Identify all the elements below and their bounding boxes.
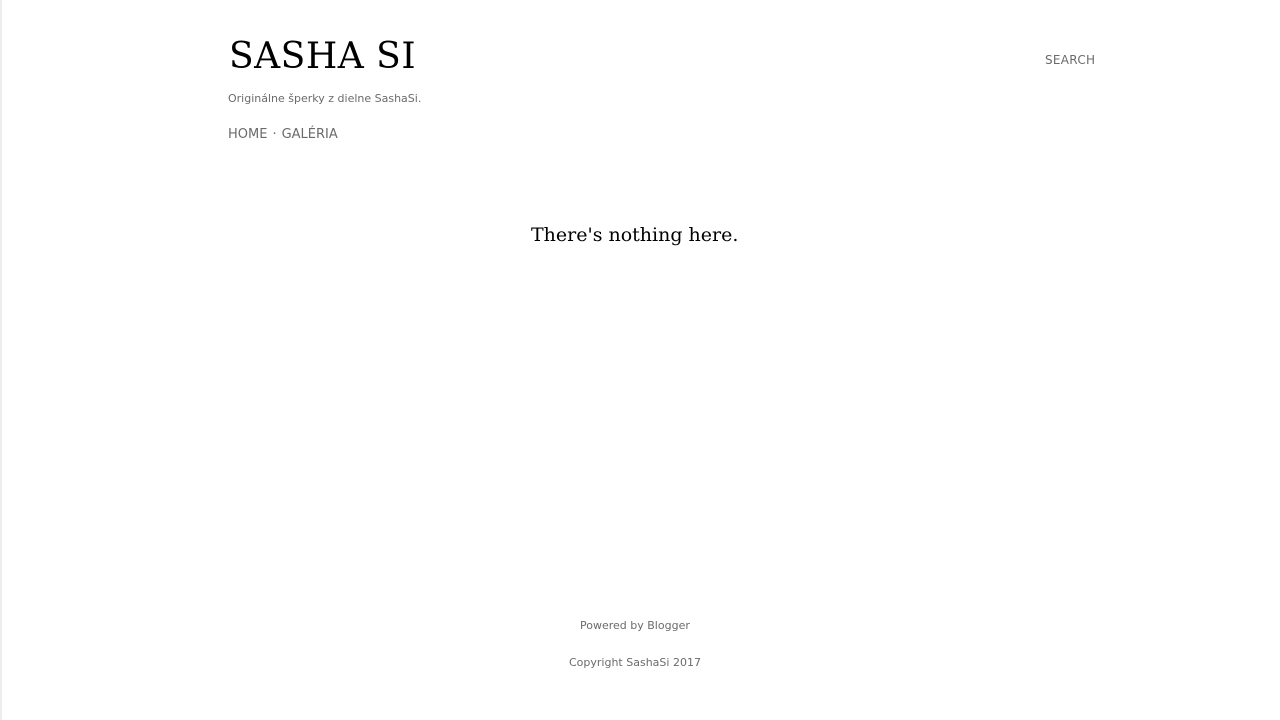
copyright-notice: Copyright SashaSi 2017 (569, 656, 701, 669)
empty-state-message: There's nothing here. (531, 224, 739, 246)
nav-item-galeria[interactable]: GALÉRIA (282, 127, 338, 142)
main-nav: HOME · GALÉRIA (228, 126, 338, 144)
powered-by-prefix: Powered by (580, 619, 648, 632)
site-tagline: Originálne šperky z dielne SashaSi. (228, 92, 422, 105)
page-left-border (0, 0, 2, 720)
blogger-link[interactable]: Blogger (647, 619, 690, 632)
nav-separator: · (272, 127, 277, 142)
powered-by: Powered by Blogger (580, 618, 690, 633)
nav-item-home[interactable]: HOME (228, 127, 267, 142)
search-link[interactable]: SEARCH (1045, 52, 1095, 68)
site-title[interactable]: SASHA SI (229, 36, 416, 78)
